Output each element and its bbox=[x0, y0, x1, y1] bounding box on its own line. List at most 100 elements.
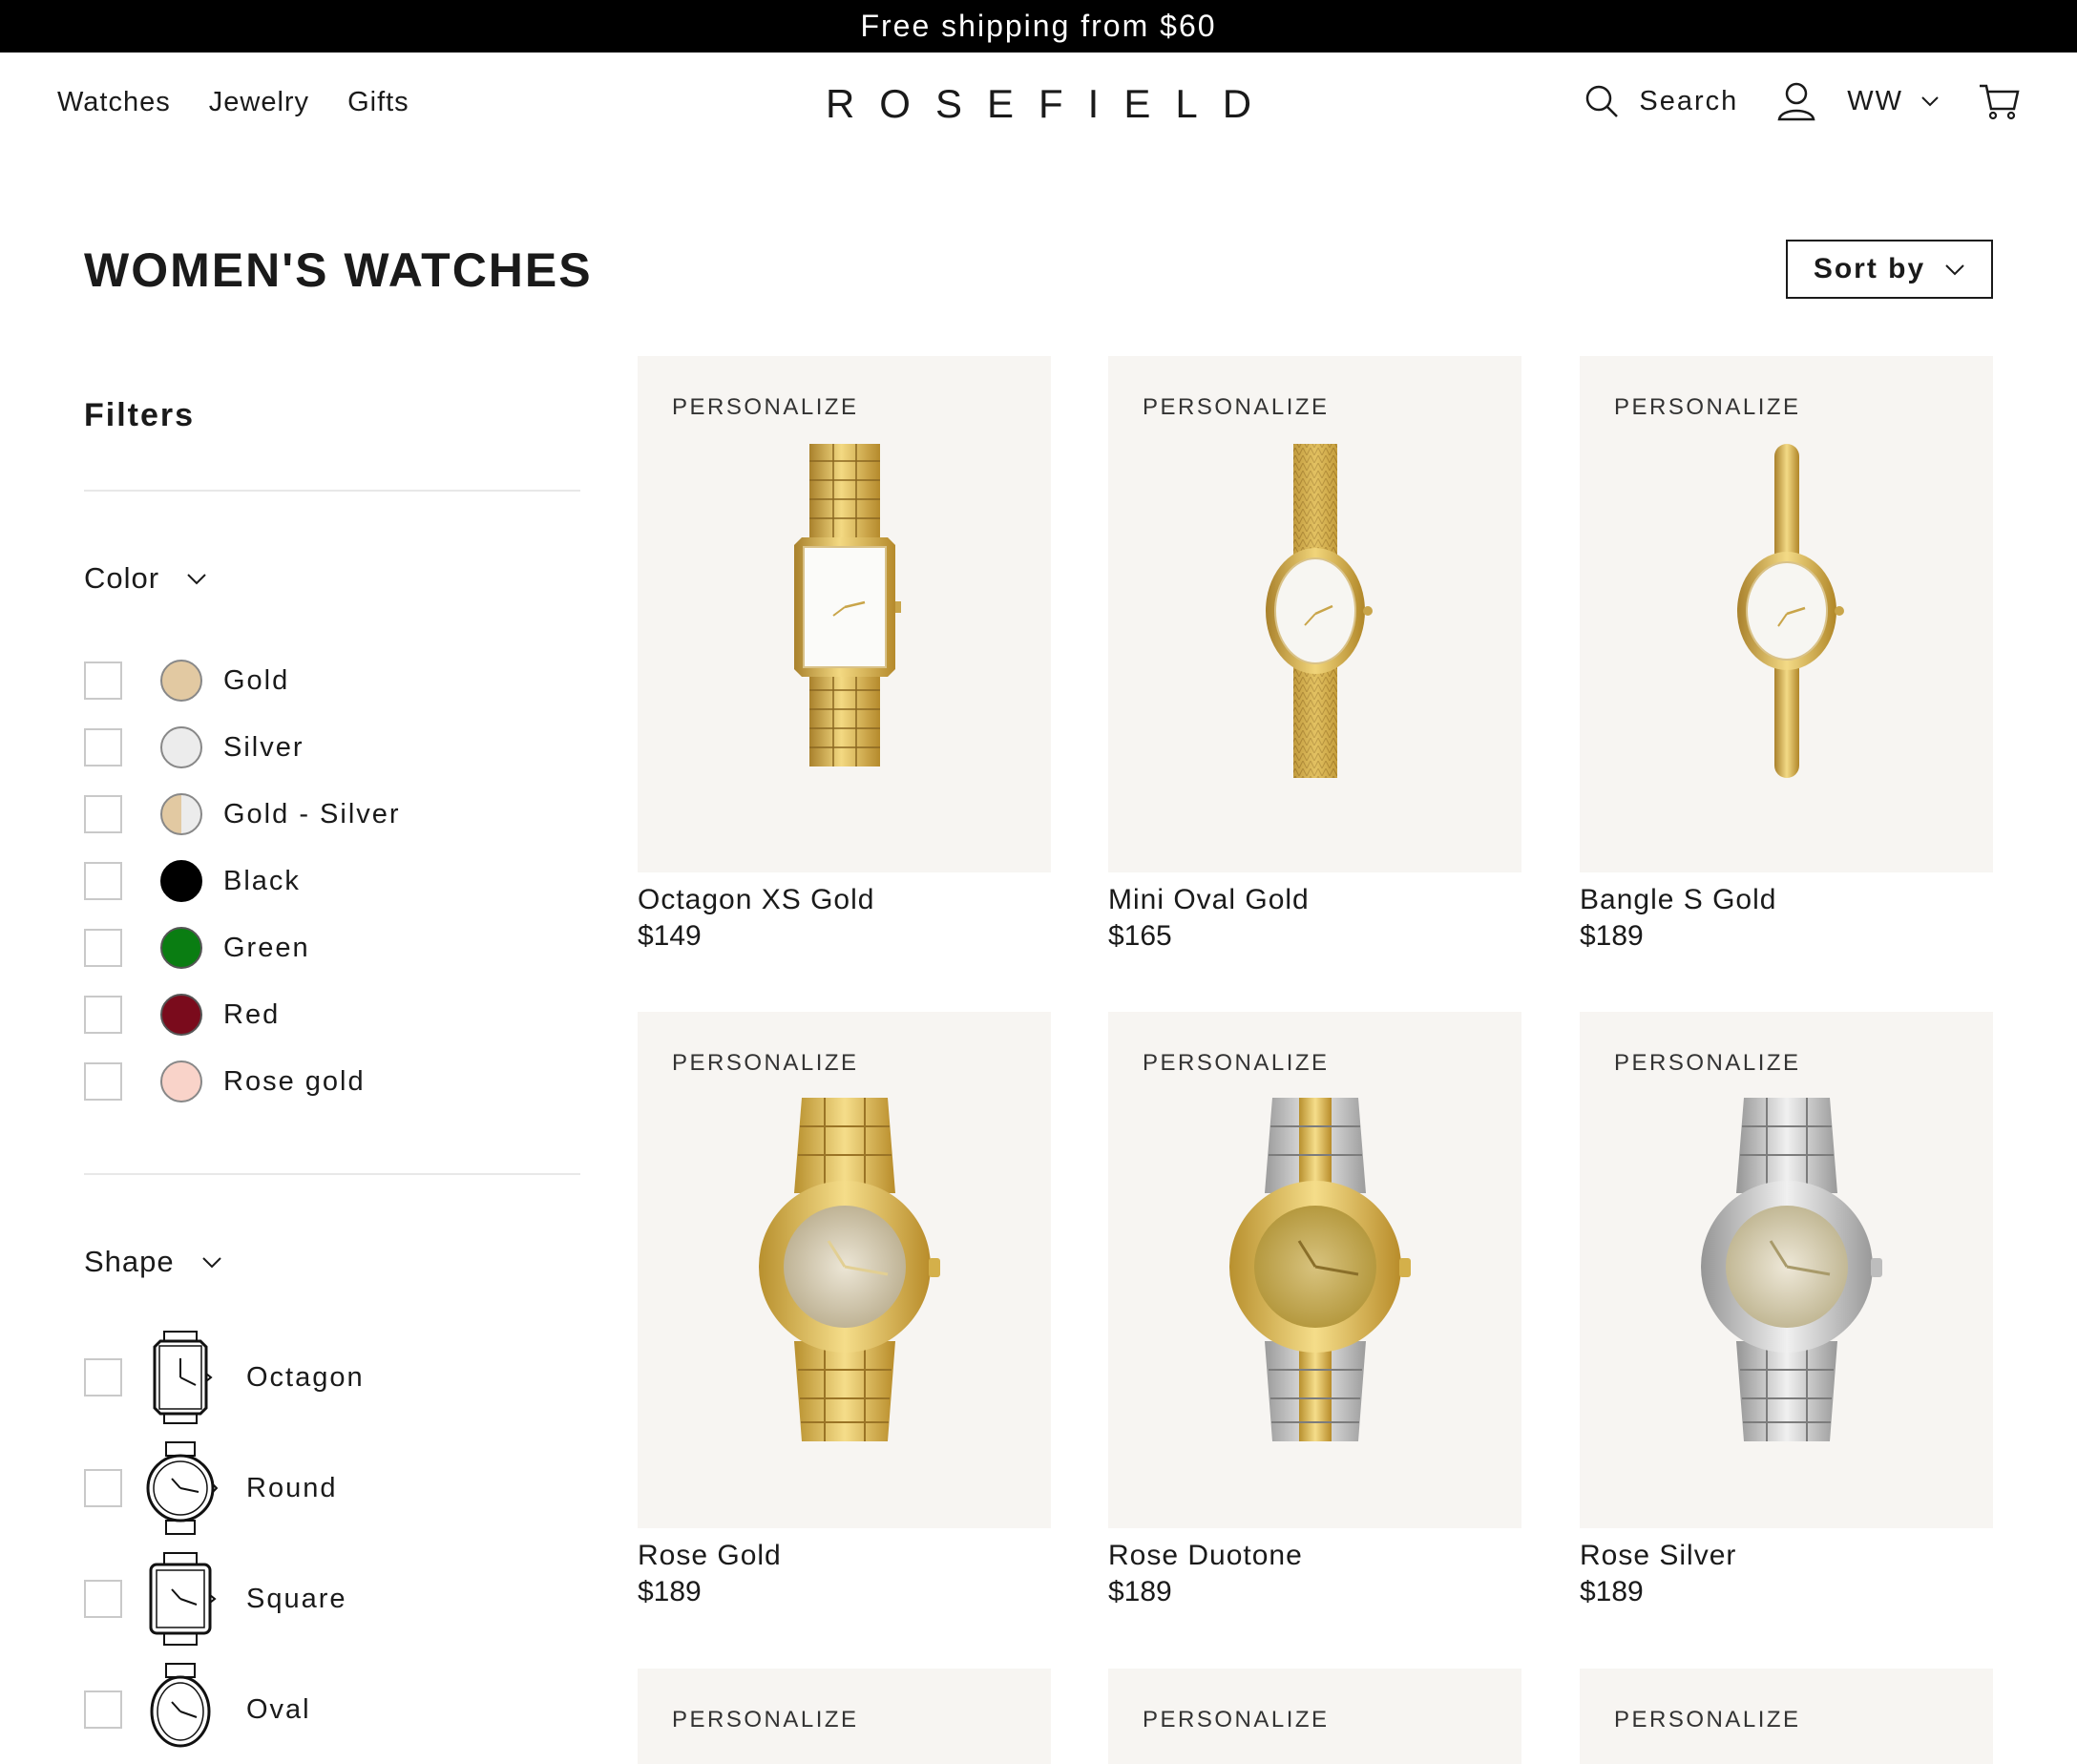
search-label: Search bbox=[1639, 85, 1739, 116]
product-card[interactable]: PERSONALIZE bbox=[1580, 1012, 1993, 1608]
product-name[interactable]: Rose Duotone bbox=[1108, 1540, 1521, 1572]
checkbox[interactable] bbox=[84, 929, 122, 967]
color-swatch bbox=[160, 1060, 202, 1102]
product-price: $189 bbox=[1108, 1576, 1172, 1607]
chevron-down-icon bbox=[1921, 96, 1939, 107]
chevron-down-icon bbox=[201, 1256, 221, 1268]
checkbox[interactable] bbox=[84, 862, 122, 900]
announcement-bar: Free shipping from $60 bbox=[0, 0, 2077, 52]
product-card[interactable]: PERSONALIZE Mini Oval Gold $165 bbox=[1108, 356, 1521, 953]
product-price: $189 bbox=[1580, 1576, 1644, 1607]
shape-label: Square bbox=[246, 1583, 347, 1614]
search-button[interactable]: Search bbox=[1584, 83, 1738, 119]
product-price: $189 bbox=[638, 1576, 702, 1607]
product-image[interactable]: PERSONALIZE bbox=[638, 1012, 1051, 1528]
color-heading: Color bbox=[84, 561, 160, 595]
color-filter-toggle[interactable]: Color bbox=[84, 561, 207, 596]
filters-title: Filters bbox=[84, 397, 196, 433]
color-option-rose-gold[interactable]: Rose gold bbox=[84, 1060, 366, 1102]
product-image[interactable]: PERSONALIZE bbox=[1580, 1669, 1993, 1764]
divider bbox=[84, 490, 580, 492]
sort-by-button[interactable]: Sort by bbox=[1786, 240, 1993, 299]
product-name[interactable]: Octagon XS Gold bbox=[638, 884, 1051, 916]
product-image[interactable]: PERSONALIZE bbox=[1580, 1012, 1993, 1528]
chevron-down-icon bbox=[1945, 263, 1964, 275]
color-label: Rose gold bbox=[223, 1065, 366, 1097]
personalize-badge: PERSONALIZE bbox=[1614, 1707, 1801, 1732]
shape-label: Octagon bbox=[246, 1361, 365, 1393]
color-label: Gold bbox=[223, 664, 290, 696]
checkbox[interactable] bbox=[84, 1580, 122, 1618]
product-card[interactable]: PERSONALIZE bbox=[1108, 1012, 1521, 1608]
mini-oval-gold-watch-image bbox=[1266, 444, 1373, 778]
color-option-silver[interactable]: Silver bbox=[84, 726, 304, 768]
product-image[interactable]: PERSONALIZE bbox=[1108, 1012, 1521, 1528]
region-selector[interactable]: WW bbox=[1847, 86, 1940, 117]
checkbox[interactable] bbox=[84, 1469, 122, 1507]
product-image[interactable]: PERSONALIZE bbox=[1108, 356, 1521, 872]
shape-label: Round bbox=[246, 1472, 338, 1503]
checkbox[interactable] bbox=[84, 662, 122, 700]
checkbox[interactable] bbox=[84, 1062, 122, 1101]
product-price: $189 bbox=[1580, 920, 1644, 952]
color-option-gold-silver[interactable]: Gold - Silver bbox=[84, 793, 401, 835]
color-option-red[interactable]: Red bbox=[84, 994, 280, 1036]
rose-gold-watch-image bbox=[759, 1098, 940, 1441]
shape-label: Oval bbox=[246, 1693, 311, 1725]
color-option-gold[interactable]: Gold bbox=[84, 660, 289, 702]
octagon-watch-icon bbox=[153, 1331, 213, 1424]
product-image[interactable]: PERSONALIZE bbox=[1580, 356, 1993, 872]
oval-watch-icon bbox=[150, 1663, 211, 1748]
product-image[interactable]: PERSONALIZE bbox=[638, 1669, 1051, 1764]
color-swatch bbox=[160, 726, 202, 768]
chevron-down-icon bbox=[187, 573, 206, 584]
color-option-green[interactable]: Green bbox=[84, 927, 310, 969]
account-icon[interactable] bbox=[1776, 81, 1816, 121]
product-card[interactable]: PERSONALIZE Bangle S Gold $189 bbox=[1580, 356, 1993, 953]
checkbox[interactable] bbox=[84, 728, 122, 766]
product-card[interactable]: PERSONALIZE bbox=[638, 356, 1051, 953]
product-card[interactable]: PERSONALIZE bbox=[638, 1012, 1051, 1608]
product-image[interactable]: PERSONALIZE bbox=[1108, 1669, 1521, 1764]
page-title: WOMEN'S WATCHES bbox=[84, 243, 593, 297]
color-label: Silver bbox=[223, 731, 304, 763]
header-actions: Search WW bbox=[1584, 81, 2020, 121]
cart-icon[interactable] bbox=[1978, 82, 2020, 120]
color-label: Black bbox=[223, 865, 301, 896]
shape-option-round[interactable]: Round bbox=[84, 1440, 337, 1536]
personalize-badge: PERSONALIZE bbox=[1143, 1707, 1330, 1732]
shape-option-oval[interactable]: Oval bbox=[84, 1662, 311, 1757]
product-card[interactable]: PERSONALIZE bbox=[1580, 1669, 1993, 1764]
shape-heading: Shape bbox=[84, 1245, 175, 1278]
search-icon bbox=[1586, 85, 1619, 117]
color-label: Green bbox=[223, 932, 310, 963]
personalize-badge: PERSONALIZE bbox=[672, 1707, 859, 1732]
shape-option-square[interactable]: Square bbox=[84, 1551, 347, 1647]
shape-filter-toggle[interactable]: Shape bbox=[84, 1245, 222, 1279]
color-swatch bbox=[160, 793, 202, 835]
checkbox[interactable] bbox=[84, 795, 122, 833]
color-option-black[interactable]: Black bbox=[84, 860, 301, 902]
checkbox[interactable] bbox=[84, 1690, 122, 1729]
square-watch-icon bbox=[149, 1552, 217, 1646]
product-card[interactable]: PERSONALIZE bbox=[638, 1669, 1051, 1764]
octagon-gold-watch-image bbox=[794, 444, 901, 766]
color-label: Red bbox=[223, 998, 281, 1030]
product-name[interactable]: Rose Silver bbox=[1580, 1540, 1993, 1572]
product-name[interactable]: Mini Oval Gold bbox=[1108, 884, 1521, 916]
checkbox[interactable] bbox=[84, 1358, 122, 1396]
product-card[interactable]: PERSONALIZE bbox=[1108, 1669, 1521, 1764]
product-name[interactable]: Bangle S Gold bbox=[1580, 884, 1993, 916]
product-price: $149 bbox=[638, 920, 702, 952]
product-name[interactable]: Rose Gold bbox=[638, 1540, 1051, 1572]
rose-silver-watch-image bbox=[1701, 1098, 1882, 1441]
shape-option-octagon[interactable]: Octagon bbox=[84, 1330, 365, 1425]
color-swatch bbox=[160, 927, 202, 969]
checkbox[interactable] bbox=[84, 996, 122, 1034]
product-image[interactable]: PERSONALIZE bbox=[638, 356, 1051, 872]
color-swatch bbox=[160, 860, 202, 902]
color-swatch bbox=[160, 660, 202, 702]
round-watch-icon bbox=[146, 1441, 218, 1535]
announcement-text: Free shipping from $60 bbox=[860, 9, 1217, 43]
divider bbox=[84, 1173, 580, 1175]
